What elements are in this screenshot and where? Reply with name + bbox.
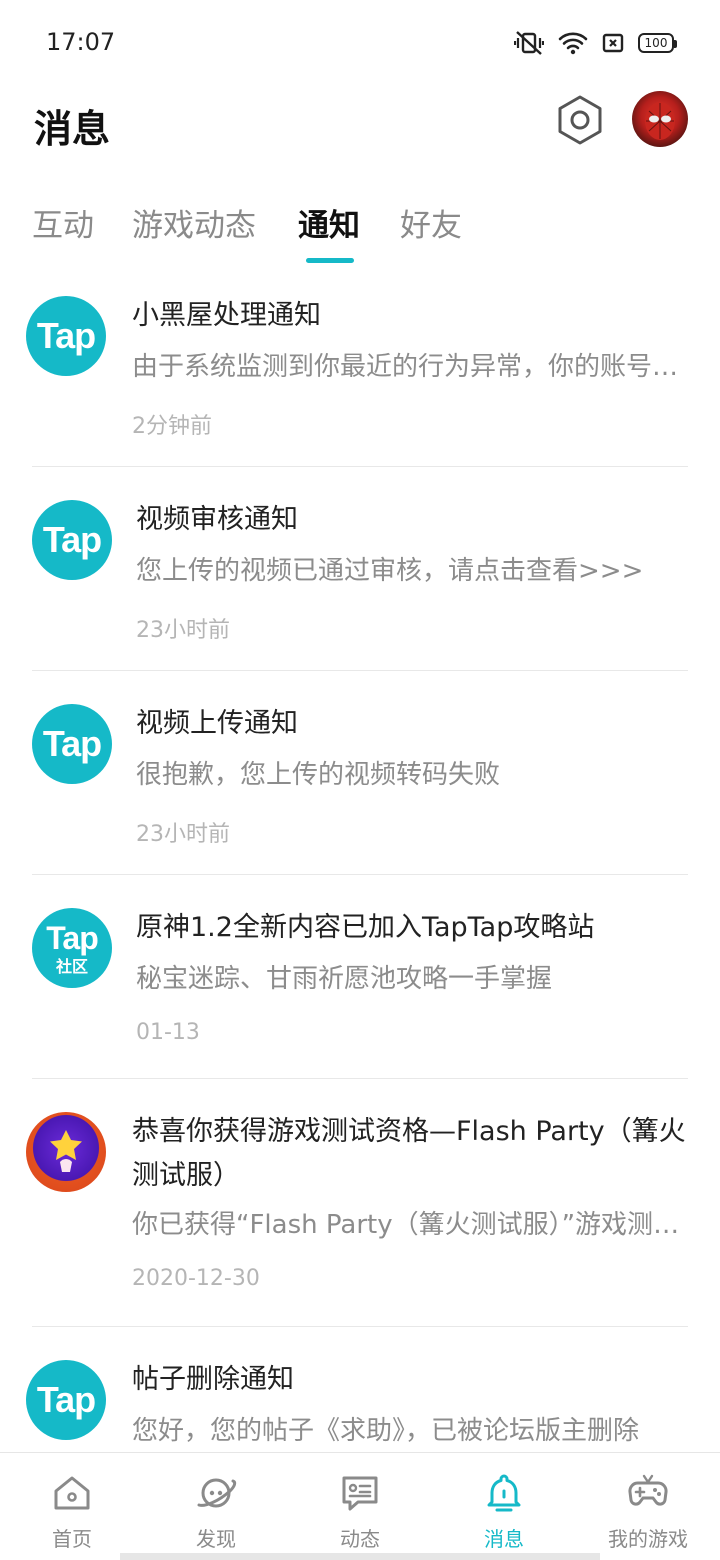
notification-title: 视频审核通知: [136, 504, 298, 535]
nav-label: 消息: [484, 1527, 524, 1551]
sim-icon: [602, 33, 624, 53]
notification-title: 恭喜你获得游戏测试资格—Flash Party（篝火测试服）: [132, 1116, 686, 1191]
tab-interaction[interactable]: 互动: [32, 200, 94, 245]
taptap-logo-icon: Tap: [32, 704, 112, 784]
tab-game-news[interactable]: 游戏动态: [132, 200, 256, 245]
page-header: 消息: [0, 88, 720, 168]
settings-hexagon-icon[interactable]: [554, 94, 606, 146]
taptap-logo-icon: Tap: [32, 500, 112, 580]
notification-desc: 你已获得“Flash Party（篝火测试服）”游戏测试资格: [132, 1210, 680, 1240]
divider: [32, 1326, 688, 1327]
divider: [32, 874, 688, 875]
status-bar: 17:07 100: [0, 0, 720, 88]
logo-subtext: 社区: [55, 956, 88, 976]
notification-title: 小黑屋处理通知: [132, 300, 321, 331]
active-tab-indicator: [306, 258, 354, 263]
logo-text: Tap: [36, 1379, 96, 1420]
wifi-icon: [558, 32, 588, 55]
logo-text: Tap: [46, 919, 99, 956]
divider: [32, 466, 688, 467]
battery-icon: 100: [638, 33, 677, 53]
logo-text: Tap: [42, 723, 102, 764]
status-time: 17:07: [46, 28, 116, 56]
star-hand-icon: [50, 1130, 82, 1172]
tab-bar: 互动 游戏动态 通知 好友: [0, 190, 720, 270]
tab-friends[interactable]: 好友: [400, 200, 462, 245]
nav-my-games[interactable]: 我的游戏: [576, 1453, 720, 1560]
nav-discover[interactable]: 发现: [144, 1453, 288, 1560]
nav-home[interactable]: 首页: [0, 1453, 144, 1560]
chat-card-icon: [342, 1476, 378, 1511]
notification-time: 01-13: [136, 1020, 200, 1045]
notification-desc: 您上传的视频已通过审核，请点击查看>>>: [136, 556, 644, 586]
notification-desc: 由于系统监测到你最近的行为异常，你的账号已被关进小黑屋: [132, 352, 684, 382]
nav-label: 动态: [340, 1527, 380, 1551]
divider: [32, 670, 688, 671]
taptap-community-logo-icon: Tap 社区: [32, 908, 112, 988]
notification-time: 23小时前: [136, 822, 230, 847]
logo-text: Tap: [42, 519, 102, 560]
home-indicator[interactable]: [120, 1553, 600, 1560]
nav-label: 发现: [196, 1527, 236, 1551]
notification-desc: 很抱歉，您上传的视频转码失败: [136, 760, 501, 790]
tab-notifications[interactable]: 通知: [298, 200, 360, 245]
divider: [32, 1078, 688, 1079]
nav-messages[interactable]: 消息: [432, 1453, 576, 1560]
nav-label: 首页: [52, 1527, 92, 1551]
game-logo-icon: [26, 1112, 106, 1192]
planet-icon: [197, 1478, 237, 1508]
avatar-image: [645, 102, 675, 140]
user-avatar[interactable]: [632, 91, 688, 147]
taptap-logo-icon: Tap: [26, 296, 106, 376]
status-icons: 100: [514, 30, 677, 56]
bottom-nav: 首页 发现 动态 消息 我的游戏: [0, 1452, 720, 1560]
notification-title: 原神1.2全新内容已加入TapTap攻略站: [136, 912, 595, 943]
notification-title: 视频上传通知: [136, 708, 298, 739]
taptap-logo-icon: Tap: [26, 1360, 106, 1440]
notification-time: 2分钟前: [132, 414, 212, 439]
notification-time: 23小时前: [136, 618, 230, 643]
gamepad-icon: [628, 1474, 668, 1506]
nav-label: 我的游戏: [608, 1527, 688, 1551]
home-icon: [54, 1476, 90, 1510]
notification-desc: 您好，您的帖子《求助》，已被论坛版主删除: [132, 1416, 640, 1446]
notification-time: 2020-12-30: [132, 1266, 260, 1291]
notification-title: 帖子删除通知: [132, 1364, 294, 1395]
logo-text: Tap: [36, 315, 96, 356]
nav-feed[interactable]: 动态: [288, 1453, 432, 1560]
bell-icon: [487, 1474, 521, 1512]
page-title: 消息: [34, 107, 111, 151]
notification-desc: 秘宝迷踪、甘雨祈愿池攻略一手掌握: [136, 964, 553, 994]
vibrate-mute-icon: [514, 31, 544, 55]
